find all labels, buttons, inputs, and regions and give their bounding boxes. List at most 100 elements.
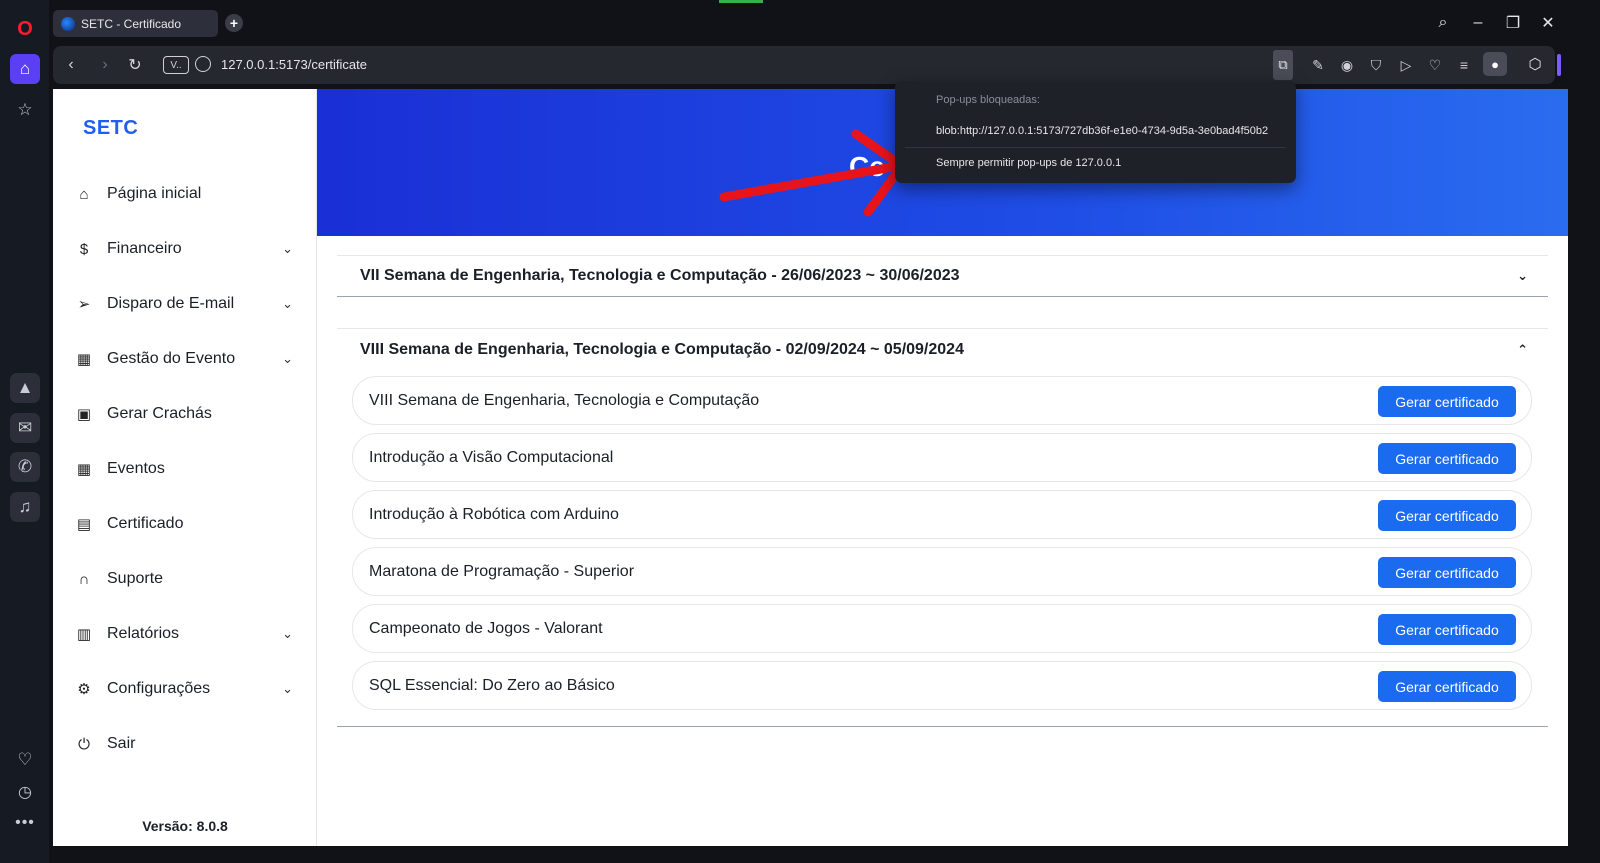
badge-icon: ▣ <box>76 406 92 423</box>
brand-logo[interactable]: SETC <box>83 117 138 140</box>
sidebar-item-pagina-inicial[interactable]: ⌂ Página inicial <box>73 179 293 209</box>
certificate-icon: ▤ <box>76 516 92 533</box>
certificate-row: Introdução a Visão Computacional Gerar c… <box>352 433 1532 482</box>
sidebar-item-eventos[interactable]: ▦ Eventos <box>73 454 293 484</box>
sidebar-item-label: Suporte <box>107 570 164 587</box>
close-icon[interactable]: ✕ <box>1537 12 1559 34</box>
home-icon[interactable]: ⌂ <box>10 54 40 84</box>
favicon-icon <box>61 16 75 31</box>
sidebar-item-label: Página inicial <box>107 185 202 202</box>
search-icon[interactable]: ⌕ <box>1432 12 1454 34</box>
blocked-popup-link[interactable]: blob:http://127.0.0.1:5173/727db36f-e1e0… <box>936 125 1268 137</box>
generate-certificate-button[interactable]: Gerar certificado <box>1378 500 1516 531</box>
extensions-icon[interactable]: ⬡ <box>1523 52 1547 76</box>
sidebar-item-gerar-crachas[interactable]: ▣ Gerar Crachás <box>73 399 293 429</box>
certificate-row: VIII Semana de Engenharia, Tecnologia e … <box>352 376 1532 425</box>
new-tab-button[interactable]: + <box>225 14 243 32</box>
home-icon: ⌂ <box>79 185 89 203</box>
calendar-icon: ▦ <box>76 351 92 368</box>
headset-icon: ∩ <box>78 570 90 588</box>
generate-certificate-button[interactable]: Gerar certificado <box>1378 557 1516 588</box>
generate-certificate-button[interactable]: Gerar certificado <box>1378 386 1516 417</box>
opera-logo-icon[interactable]: O <box>10 14 40 44</box>
send-icon: ➢ <box>77 296 91 313</box>
sidebar-item-label: Gestão do Evento <box>107 350 236 367</box>
certificate-row: Maratona de Programação - Superior Gerar… <box>352 547 1532 596</box>
edit-icon[interactable]: ✎ <box>1308 55 1328 75</box>
divider <box>905 147 1286 148</box>
chevron-down-icon: ⌄ <box>282 351 293 366</box>
sidebar-item-relatorios[interactable]: ▥ Relatórios ⌄ <box>73 619 293 649</box>
sidebar-item-label: Certificado <box>107 515 184 532</box>
chevron-up-icon: ⌃ <box>1517 341 1528 357</box>
shield-icon[interactable]: ⛉ <box>1366 55 1386 75</box>
loading-indicator <box>719 0 763 3</box>
aria-app-icon[interactable]: ▲ <box>10 373 40 403</box>
messenger-icon[interactable]: ✉ <box>10 413 40 443</box>
popup-blocked-icon[interactable]: ⧉ <box>1273 50 1293 80</box>
always-allow-popups-option[interactable]: Sempre permitir pop-ups de 127.0.0.1 <box>936 157 1121 169</box>
restore-icon[interactable]: ❐ <box>1502 12 1524 34</box>
star-icon[interactable]: ☆ <box>10 95 40 125</box>
forward-icon[interactable]: › <box>95 55 115 75</box>
sidebar-item-label: Financeiro <box>107 240 182 257</box>
sidebar-item-disparo-email[interactable]: ➢ Disparo de E-mail ⌄ <box>73 289 293 319</box>
sidebar-item-label: Sair <box>107 735 136 752</box>
send-icon[interactable]: ▷ <box>1396 55 1416 75</box>
browser-sidebar: O ⌂ ☆ ▲ ✉ ✆ ♫ ♡ ◷ ••• <box>0 0 49 863</box>
chevron-down-icon: ⌄ <box>282 681 293 696</box>
heart-icon[interactable]: ♡ <box>10 745 40 775</box>
accordion-title: VII Semana de Engenharia, Tecnologia e C… <box>360 267 960 284</box>
power-icon: ⏻ <box>78 735 90 753</box>
sidebar-item-configuracoes[interactable]: ⚙ Configurações ⌄ <box>73 674 293 704</box>
popup-blocked-menu: Pop-ups bloqueadas: blob:http://127.0.0.… <box>895 81 1296 183</box>
chevron-down-icon: ⌄ <box>1517 268 1528 283</box>
easy-setup-icon[interactable]: ≡ <box>1454 55 1474 75</box>
generate-certificate-button[interactable]: Gerar certificado <box>1378 443 1516 474</box>
minimize-icon[interactable]: – <box>1467 12 1489 34</box>
back-icon[interactable]: ‹ <box>61 55 81 75</box>
accordion-header[interactable]: VIII Semana de Engenharia, Tecnologia e … <box>337 328 1548 370</box>
sidebar-item-label: Gerar Crachás <box>107 405 212 422</box>
accordion-title: VIII Semana de Engenharia, Tecnologia e … <box>360 340 964 358</box>
reload-icon[interactable]: ↻ <box>125 55 145 75</box>
version-label: Versão: 8.0.8 <box>142 818 228 834</box>
report-icon: ▥ <box>76 626 92 643</box>
sidebar-item-financeiro[interactable]: $ Financeiro ⌄ <box>73 234 293 264</box>
tab-title: SETC - Certificado <box>81 16 182 31</box>
sidebar-item-sair[interactable]: ⏻ Sair <box>73 729 293 759</box>
sidebar-item-certificado[interactable]: ▤ Certificado <box>73 509 293 539</box>
chevron-down-icon: ⌄ <box>282 626 293 641</box>
sidebar-item-gestao-evento[interactable]: ▦ Gestão do Evento ⌄ <box>73 344 293 374</box>
site-info-icon[interactable] <box>195 56 211 72</box>
url-field[interactable]: 127.0.0.1:5173/certificate <box>221 57 367 72</box>
camera-icon[interactable]: ◉ <box>1337 55 1357 75</box>
vpn-button[interactable]: V.. <box>163 56 189 74</box>
chevron-down-icon: ⌄ <box>282 241 293 256</box>
app-sidebar: SETC ⌂ Página inicial $ Financeiro ⌄ ➢ D… <box>53 89 317 846</box>
generate-certificate-button[interactable]: Gerar certificado <box>1378 671 1516 702</box>
tab-setc-certificado[interactable]: SETC - Certificado <box>53 10 218 37</box>
whatsapp-icon[interactable]: ✆ <box>10 452 40 482</box>
sidebar-item-label: Eventos <box>107 460 165 477</box>
accordion-header[interactable]: VII Semana de Engenharia, Tecnologia e C… <box>337 255 1548 296</box>
event-accordion: VIII Semana de Engenharia, Tecnologia e … <box>337 328 1548 727</box>
profile-icon[interactable]: ● <box>1483 52 1507 76</box>
popup-menu-header: Pop-ups bloqueadas: <box>936 94 1040 106</box>
certificate-row: Campeonato de Jogos - Valorant Gerar cer… <box>352 604 1532 653</box>
event-accordion: VII Semana de Engenharia, Tecnologia e C… <box>337 255 1548 297</box>
calendar-icon: ▦ <box>76 461 92 478</box>
more-icon[interactable]: ••• <box>10 808 40 838</box>
music-player-icon[interactable]: ♫ <box>10 492 40 522</box>
sidebar-item-suporte[interactable]: ∩ Suporte <box>73 564 293 594</box>
certificate-name: Introdução à Robótica com Arduino <box>369 505 619 523</box>
certificate-row: SQL Essencial: Do Zero ao Básico Gerar c… <box>352 661 1532 710</box>
heart-icon[interactable]: ♡ <box>1425 55 1445 75</box>
history-icon[interactable]: ◷ <box>10 777 40 807</box>
generate-certificate-button[interactable]: Gerar certificado <box>1378 614 1516 645</box>
address-bar: ‹ › ↻ V.. 127.0.0.1:5173/certificate ⧉ ✎… <box>53 46 1555 84</box>
certificate-row: Introdução à Robótica com Arduino Gerar … <box>352 490 1532 539</box>
dollar-icon: $ <box>79 240 89 258</box>
certificate-name: SQL Essencial: Do Zero ao Básico <box>369 676 615 694</box>
sidebar-item-label: Disparo de E-mail <box>107 295 235 312</box>
